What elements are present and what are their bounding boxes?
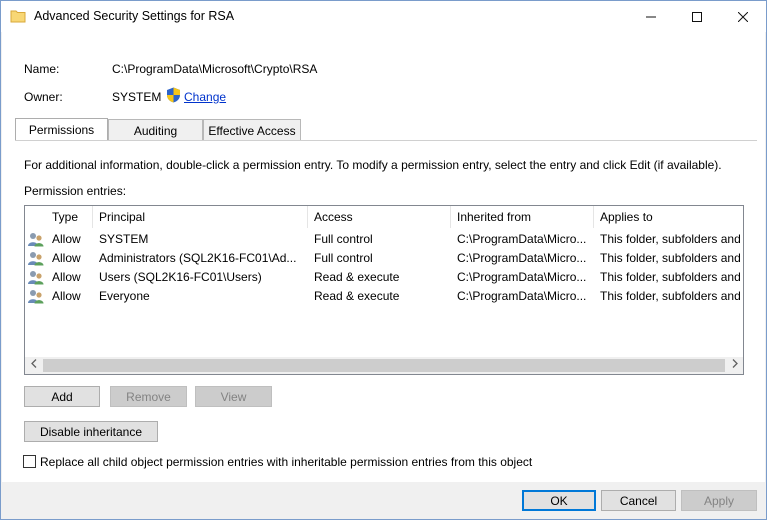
ok-button[interactable]: OK [522,490,596,511]
folder-icon [10,10,26,23]
tab-effective-access[interactable]: Effective Access [203,119,301,141]
table-row[interactable]: Allow SYSTEM Full control C:\ProgramData… [25,230,743,249]
security-settings-window: Advanced Security Settings for RSA Name:… [0,0,767,520]
maximize-icon [692,11,702,22]
cell-inherited-from: C:\ProgramData\Micro... [457,251,587,265]
uac-shield-icon [167,87,180,103]
column-header-applies-to[interactable]: Applies to [594,206,743,228]
title-bar[interactable]: Advanced Security Settings for RSA [1,1,766,32]
table-row[interactable]: Allow Everyone Read & execute C:\Program… [25,287,743,306]
disable-inheritance-button[interactable]: Disable inheritance [24,421,158,442]
chevron-right-icon [732,359,738,368]
horizontal-scrollbar[interactable] [25,357,743,374]
cell-inherited-from: C:\ProgramData\Micro... [457,232,587,246]
cancel-button[interactable]: Cancel [601,490,676,511]
column-header-type[interactable]: Type [46,206,93,228]
minimize-icon [646,16,656,17]
cell-access: Read & execute [314,289,400,303]
cell-applies-to: This folder, subfolders and [600,289,741,303]
cell-principal: Users (SQL2K16-FC01\Users) [99,270,262,284]
cell-access: Full control [314,232,373,246]
info-text: For additional information, double-click… [24,158,722,172]
cell-applies-to: This folder, subfolders and [600,232,741,246]
client-area: Name: C:\ProgramData\Microsoft\Crypto\RS… [2,32,765,482]
table-row[interactable]: Allow Administrators (SQL2K16-FC01\Ad...… [25,249,743,268]
add-button[interactable]: Add [24,386,100,407]
column-header-inherited-from[interactable]: Inherited from [451,206,594,228]
maximize-button[interactable] [674,1,720,32]
close-button[interactable] [720,1,766,32]
cell-type: Allow [52,232,81,246]
minimize-button[interactable] [628,1,674,32]
permission-entries-label: Permission entries: [24,184,127,198]
chevron-left-icon [30,359,36,368]
column-header-access[interactable]: Access [308,206,451,228]
permission-entries-list[interactable]: Type Principal Access Inherited from App… [24,205,744,375]
cell-access: Full control [314,251,373,265]
users-group-icon [28,233,44,247]
name-value: C:\ProgramData\Microsoft\Crypto\RSA [112,62,318,76]
cell-access: Read & execute [314,270,400,284]
name-label: Name: [24,62,60,76]
tab-auditing[interactable]: Auditing [108,119,203,141]
owner-value: SYSTEM [112,90,162,104]
change-owner-link[interactable]: Change [184,90,226,104]
cell-applies-to: This folder, subfolders and [600,270,741,284]
table-row[interactable]: Allow Users (SQL2K16-FC01\Users) Read & … [25,268,743,287]
cell-principal: SYSTEM [99,232,149,246]
replace-child-permissions-label[interactable]: Replace all child object permission entr… [40,455,532,469]
apply-button[interactable]: Apply [681,490,757,511]
window-title: Advanced Security Settings for RSA [34,9,235,23]
scroll-left-button[interactable] [25,357,42,374]
cell-applies-to: This folder, subfolders and [600,251,741,265]
cell-principal: Administrators (SQL2K16-FC01\Ad... [99,251,297,265]
cell-principal: Everyone [99,289,150,303]
cell-inherited-from: C:\ProgramData\Micro... [457,270,587,284]
cell-type: Allow [52,251,81,265]
users-group-icon [28,252,44,266]
cell-type: Allow [52,289,81,303]
tab-permissions[interactable]: Permissions [15,118,108,141]
remove-button[interactable]: Remove [110,386,187,407]
list-header: Type Principal Access Inherited from App… [25,206,743,228]
users-group-icon [28,271,44,285]
view-button[interactable]: View [195,386,272,407]
close-icon [738,11,748,22]
cell-type: Allow [52,270,81,284]
users-group-icon [28,290,44,304]
replace-child-permissions-checkbox[interactable] [23,455,36,468]
column-header-principal[interactable]: Principal [93,206,308,228]
owner-label: Owner: [24,90,63,104]
scroll-thumb[interactable] [43,359,725,372]
cell-inherited-from: C:\ProgramData\Micro... [457,289,587,303]
scroll-right-button[interactable] [726,357,743,374]
